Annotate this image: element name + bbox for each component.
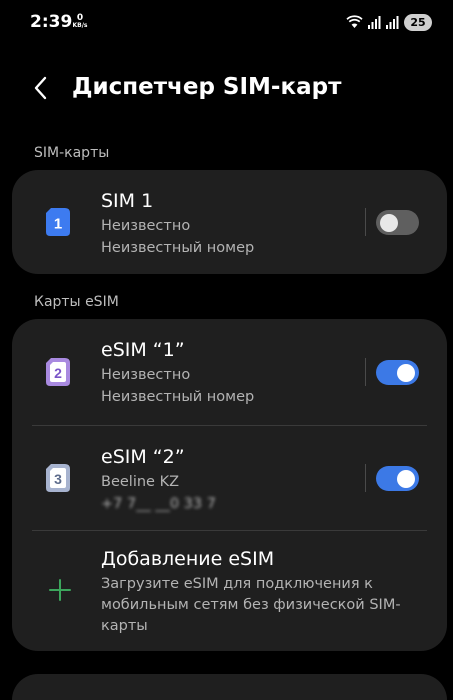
- svg-text:3: 3: [54, 471, 62, 487]
- divider: [365, 358, 366, 386]
- sim-cards-card: 1 SIM 1 Неизвестно Неизвестный номер: [12, 170, 447, 274]
- section-label-sim-cards: SIM-карты: [34, 145, 110, 161]
- esim-2-icon: 3: [46, 464, 70, 492]
- network-speed-unit: KB/s: [72, 22, 88, 29]
- esim1-operator: Неизвестно: [101, 367, 191, 383]
- network-speed: 0 KB/s: [71, 14, 89, 30]
- svg-text:1: 1: [54, 216, 62, 233]
- section-label-esim-cards: Карты eSIM: [34, 294, 119, 310]
- esim2-number: +7 7__ __0 33 7: [101, 496, 216, 512]
- esim1-toggle[interactable]: [376, 360, 419, 385]
- wifi-icon: [346, 15, 363, 28]
- app-header: Диспетчер SIM-карт: [0, 60, 453, 116]
- back-button[interactable]: [22, 72, 62, 104]
- add-esim-description: Загрузите eSIM для подключения к мобильн…: [101, 576, 401, 634]
- sim1-row[interactable]: 1 SIM 1 Неизвестно Неизвестный номер: [12, 170, 447, 274]
- signal-sim1-icon: [368, 16, 381, 29]
- sim1-number: Неизвестный номер: [101, 240, 255, 256]
- toggle-knob: [380, 213, 398, 232]
- sim-card-1-icon: 1: [46, 208, 70, 236]
- esim2-toggle[interactable]: [376, 466, 419, 491]
- status-bar: 2:39 0 KB/s 25: [0, 0, 453, 44]
- esim-cards-card: 2 eSIM “1” Неизвестно Неизвестный номер …: [12, 319, 447, 651]
- esim1-title: eSIM “1”: [101, 339, 185, 361]
- add-esim-row[interactable]: Добавление eSIM Загрузите eSIM для подкл…: [12, 531, 447, 651]
- sim1-operator: Неизвестно: [101, 218, 191, 234]
- toggle-knob: [397, 469, 415, 488]
- signal-sim2-icon: [386, 16, 399, 29]
- back-arrow-icon: [34, 76, 47, 100]
- battery-indicator: 25: [404, 14, 432, 31]
- plus-icon: [49, 579, 71, 601]
- esim1-row[interactable]: 2 eSIM “1” Неизвестно Неизвестный номер: [12, 319, 447, 425]
- esim2-row[interactable]: 3 eSIM “2” Beeline KZ +7 7__ __0 33 7: [12, 426, 447, 530]
- sim1-toggle[interactable]: [376, 210, 419, 235]
- svg-text:2: 2: [54, 365, 62, 381]
- network-speed-value: 0: [76, 13, 84, 23]
- status-time: 2:39: [30, 12, 73, 32]
- next-settings-card: [12, 674, 447, 700]
- sim1-title: SIM 1: [101, 190, 154, 212]
- page-title: Диспетчер SIM-карт: [72, 74, 342, 100]
- esim-1-icon: 2: [46, 358, 70, 386]
- toggle-knob: [397, 363, 415, 382]
- esim1-number: Неизвестный номер: [101, 389, 255, 405]
- divider: [365, 464, 366, 492]
- esim2-title: eSIM “2”: [101, 446, 185, 468]
- add-esim-title: Добавление eSIM: [101, 548, 275, 570]
- sim-manager-screen: 2:39 0 KB/s 25 Диспетчер SIM-карт SIM-ка…: [0, 0, 453, 700]
- divider: [365, 208, 366, 236]
- esim2-operator: Beeline KZ: [101, 474, 180, 490]
